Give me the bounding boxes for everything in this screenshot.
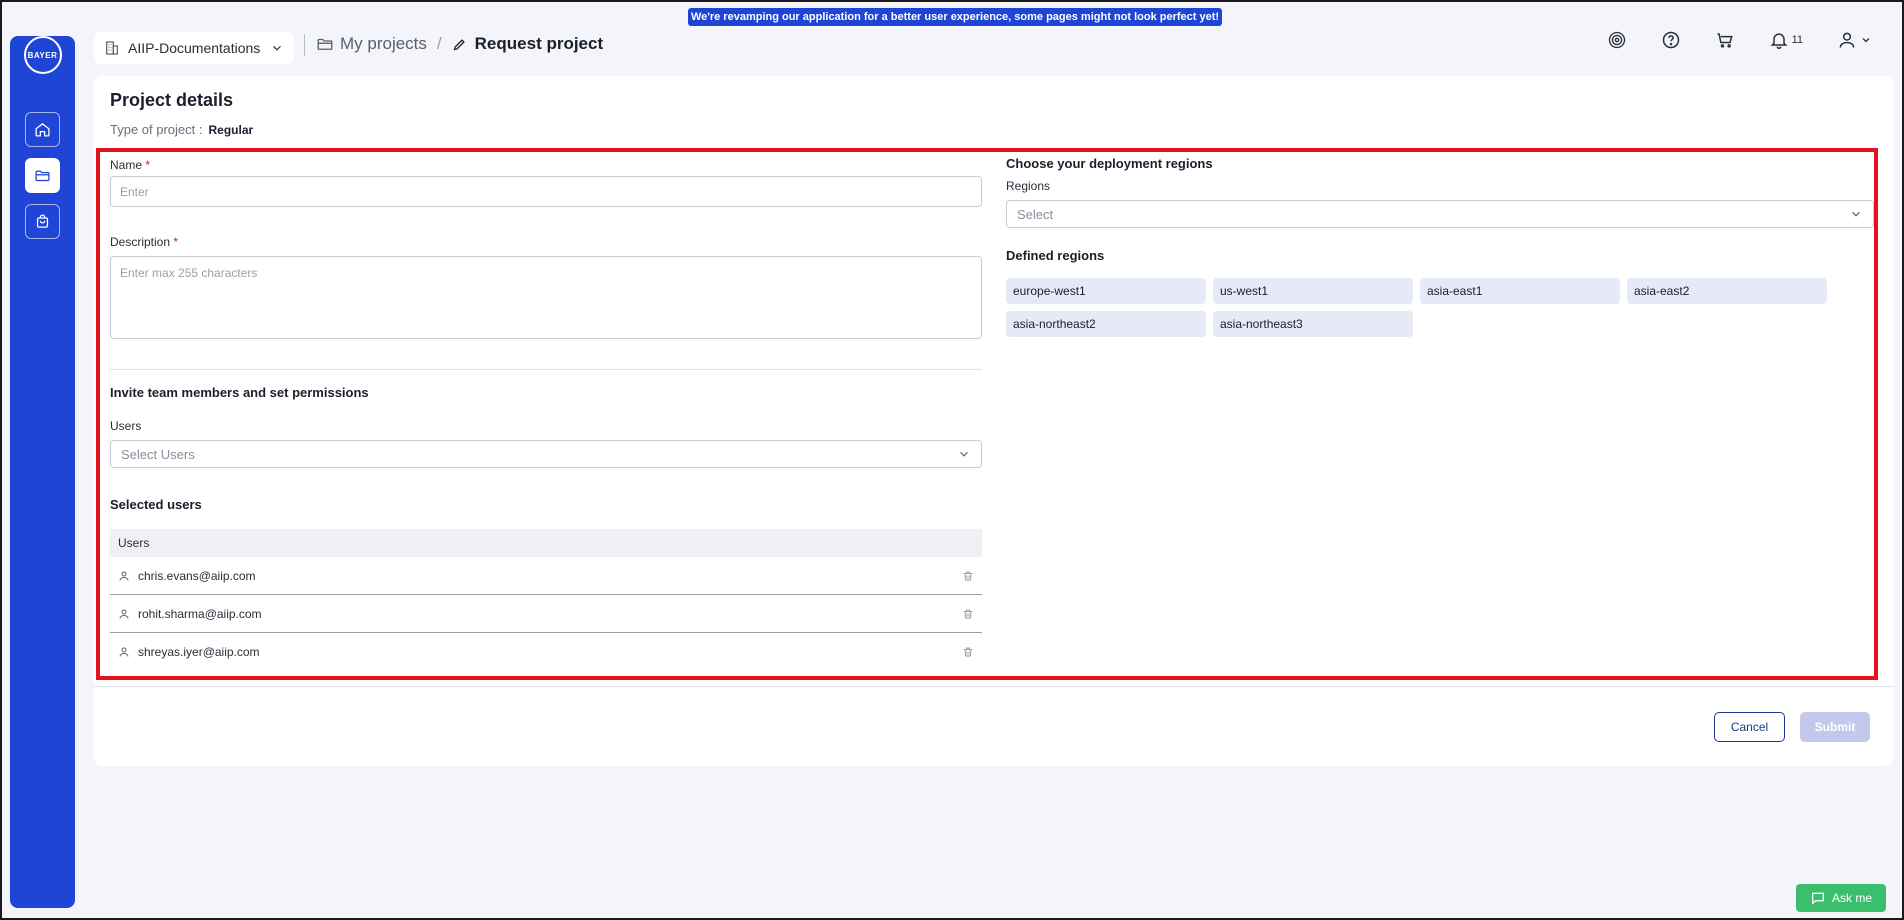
trash-icon[interactable]	[962, 646, 974, 658]
region-chip: asia-east1	[1420, 278, 1620, 304]
user-email: rohit.sharma@aiip.com	[138, 606, 262, 621]
logo-text: BAYER	[27, 50, 58, 60]
project-type-label: Type of project :	[110, 122, 203, 137]
notifications-button[interactable]: 11	[1769, 30, 1803, 50]
cart-button[interactable]	[1715, 30, 1735, 50]
sidebar-item-projects[interactable]	[25, 158, 60, 193]
defined-regions-title: Defined regions	[1006, 248, 1105, 263]
sidebar-item-marketplace[interactable]	[25, 204, 60, 239]
required-mark: *	[145, 158, 151, 172]
chevron-down-icon	[1852, 211, 1860, 217]
user-icon	[119, 571, 129, 581]
invite-section-title: Invite team members and set permissions	[110, 385, 369, 400]
sidebar: BAYER	[10, 36, 75, 908]
name-input[interactable]	[110, 176, 982, 207]
name-label-text: Name	[110, 158, 143, 172]
selected-users-table: Users chris.evans@aiip.com rohit.sharma@…	[110, 529, 982, 671]
pencil-icon	[453, 38, 465, 50]
table-row: chris.evans@aiip.com	[110, 557, 982, 595]
submit-button[interactable]: Submit	[1800, 712, 1870, 742]
bayer-logo[interactable]: BAYER	[23, 36, 62, 74]
table-header: Users	[110, 529, 982, 557]
home-icon	[35, 123, 50, 137]
section-divider	[110, 369, 982, 370]
bell-icon	[1770, 33, 1788, 50]
user-email: shreyas.iyer@aiip.com	[138, 645, 260, 659]
breadcrumb-current: Request project	[452, 34, 603, 54]
table-row: shreyas.iyer@aiip.com	[110, 633, 982, 671]
breadcrumb-separator: /	[436, 34, 442, 53]
card-title: Project details	[110, 90, 234, 110]
defined-regions-list: europe-west1 us-west1 asia-east1 asia-ea…	[1006, 278, 1866, 337]
workspace-label: AIIP-Documentations	[128, 40, 261, 56]
breadcrumb-my-projects[interactable]: My projects	[316, 34, 427, 54]
regions-select[interactable]: Select	[1006, 200, 1874, 228]
notifications-count: 11	[1791, 34, 1803, 46]
help-icon	[1662, 31, 1679, 49]
project-details-card: Project details Type of project : Regular…	[94, 76, 1894, 766]
shopping-bag-icon	[36, 214, 49, 228]
project-type-value: Regular	[208, 123, 254, 137]
name-label: Name *	[110, 158, 150, 172]
page-title: Request project	[474, 34, 604, 53]
selected-users-title: Selected users	[110, 497, 202, 512]
user-icon	[1839, 32, 1855, 48]
regions-select-placeholder: Select	[1017, 206, 1054, 222]
region-chip: us-west1	[1213, 278, 1413, 304]
region-chip: asia-northeast2	[1006, 311, 1206, 337]
regions-label: Regions	[1006, 179, 1051, 193]
description-textarea[interactable]	[110, 256, 982, 339]
users-select[interactable]: Select Users	[110, 440, 982, 468]
trash-icon[interactable]	[962, 570, 974, 582]
workspace-select[interactable]: AIIP-Documentations	[94, 32, 294, 64]
table-row: rohit.sharma@aiip.com	[110, 595, 982, 633]
user-icon	[119, 609, 129, 619]
required-mark: *	[173, 235, 179, 249]
footer-divider	[94, 686, 1894, 687]
top-toolbar: 11	[1607, 30, 1872, 50]
target-icon	[1608, 31, 1625, 49]
cart-icon	[1717, 33, 1733, 48]
trash-icon[interactable]	[962, 608, 974, 620]
chevron-down-icon	[273, 45, 281, 51]
ask-me-label: Ask me	[1831, 891, 1872, 905]
breadcrumb: My projects / Request project	[316, 32, 603, 56]
users-label: Users	[110, 419, 142, 433]
user-email: chris.evans@aiip.com	[138, 568, 256, 583]
project-type: Type of project : Regular	[110, 122, 253, 137]
user-menu-button[interactable]	[1837, 30, 1872, 50]
regions-section-title: Choose your deployment regions	[1006, 156, 1213, 171]
revamp-banner: We're revamping our application for a be…	[688, 8, 1222, 26]
users-select-placeholder: Select Users	[121, 446, 195, 462]
user-icon	[119, 647, 129, 657]
chat-icon	[1811, 892, 1824, 905]
sidebar-item-home[interactable]	[25, 112, 60, 147]
region-chip: asia-east2	[1627, 278, 1827, 304]
divider	[304, 34, 305, 56]
breadcrumb-parent-label: My projects	[340, 34, 427, 53]
target-button[interactable]	[1607, 30, 1627, 50]
cancel-button[interactable]: Cancel	[1714, 712, 1785, 742]
description-label-text: Description	[110, 235, 171, 249]
table-header-users: Users	[118, 536, 150, 550]
folder-icon	[317, 38, 333, 50]
help-button[interactable]	[1661, 30, 1681, 50]
description-label: Description *	[110, 235, 178, 249]
chevron-down-icon	[1862, 38, 1870, 43]
chevron-down-icon	[960, 451, 968, 457]
ask-me-button[interactable]: Ask me	[1796, 884, 1886, 912]
region-chip: asia-northeast3	[1213, 311, 1413, 337]
building-icon	[106, 41, 118, 55]
folder-icon	[35, 170, 50, 182]
region-chip: europe-west1	[1006, 278, 1206, 304]
